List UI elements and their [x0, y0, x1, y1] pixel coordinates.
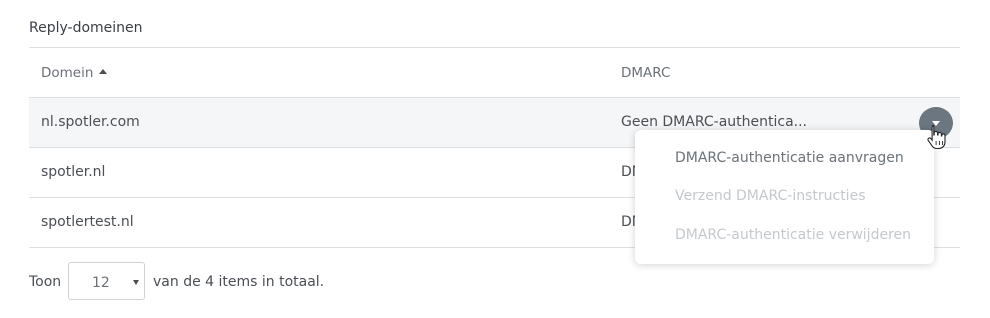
sort-ascending-icon: [99, 69, 108, 74]
column-header-domain-label: Domein: [41, 65, 94, 81]
domain-cell: spotlertest.nl: [41, 214, 134, 230]
caret-down-icon: [133, 280, 139, 285]
dmarc-cell: Geen DMARC-authentica...: [621, 114, 807, 130]
page-size-value: 12: [92, 275, 110, 291]
page-size-select[interactable]: 12: [68, 262, 145, 300]
page-size-label: Toon: [29, 274, 62, 290]
domain-cell: nl.spotler.com: [41, 114, 140, 130]
column-header-dmarc: DMARC: [621, 65, 671, 81]
menu-item-remove-dmarc[interactable]: DMARC-authenticatie verwijderen: [675, 227, 911, 243]
hand-cursor-icon: [927, 124, 946, 150]
menu-item-send-dmarc-instructions[interactable]: Verzend DMARC-instructies: [675, 188, 865, 204]
pagination-bar: Toon 12 van de 4 items in totaal.: [29, 262, 429, 300]
section-title: Reply-domeinen: [29, 20, 143, 36]
row-actions-menu: DMARC-authenticatie aanvragen Verzend DM…: [635, 130, 934, 264]
table-header: Domein DMARC: [29, 48, 960, 97]
column-header-domain[interactable]: Domein: [41, 65, 108, 81]
items-total-label: van de 4 items in totaal.: [153, 274, 325, 290]
domain-cell: spotler.nl: [41, 164, 106, 180]
menu-item-request-dmarc[interactable]: DMARC-authenticatie aanvragen: [675, 150, 904, 166]
